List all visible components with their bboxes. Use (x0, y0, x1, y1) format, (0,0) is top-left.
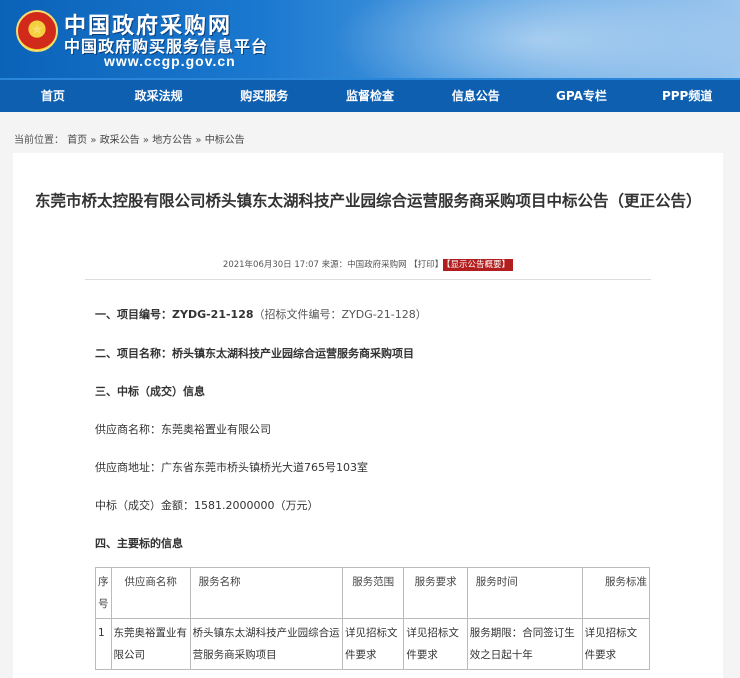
breadcrumb: 当前位置： 首页 » 政采公告 » 地方公告 » 中标公告 (14, 131, 245, 146)
section-award-info: 三、中标（成交）信息 (95, 385, 205, 398)
article-meta: 2021年06月30日 17:07 来源：中国政府采购网 【打印】 【显示公告概要… (13, 258, 723, 271)
nav-supervision[interactable]: 监督检查 (317, 80, 423, 112)
tender-file-number: （招标文件编号：ZYDG-21-128） (253, 308, 427, 321)
nav-ppp[interactable]: PPP频道 (634, 80, 740, 112)
main-nav: 首页 政采法规 购买服务 监督检查 信息公告 GPA专栏 PPP频道 (0, 78, 740, 112)
header-cell: 服务名称 (189, 567, 343, 619)
site-url: www.ccgp.gov.cn (104, 53, 236, 69)
supplier-name: 供应商名称：东莞奥裕置业有限公司 (95, 423, 271, 436)
breadcrumb-sep: » (90, 135, 97, 146)
divider (85, 279, 651, 280)
banner-glow (330, 0, 740, 78)
breadcrumb-award[interactable]: 中标公告 (205, 135, 245, 146)
table-cell: 桥头镇东太湖科技产业园综合运营服务商采购项目 (189, 618, 343, 670)
table-cell: 1 (95, 618, 112, 670)
breadcrumb-sep: » (142, 135, 149, 146)
table-cell: 详见招标文件要求 (581, 618, 651, 670)
project-number-label: 一、项目编号： (95, 308, 172, 321)
section-project-name: 二、项目名称：桥头镇东太湖科技产业园综合运营服务商采购项目 (95, 345, 414, 361)
article-card: 东莞市桥太控股有限公司桥头镇东太湖科技产业园综合运营服务商采购项目中标公告（更正… (13, 153, 723, 678)
nav-services[interactable]: 购买服务 (211, 80, 317, 112)
table-cell: 服务期限：合同签订生效之日起十年 (466, 618, 583, 670)
breadcrumb-sep: » (195, 135, 202, 146)
article-title: 东莞市桥太控股有限公司桥头镇东太湖科技产业园综合运营服务商采购项目中标公告（更正… (35, 192, 702, 210)
section-project-number: 一、项目编号：ZYDG-21-128（招标文件编号：ZYDG-21-128） (95, 306, 427, 322)
table-cell: 详见招标文件要求 (403, 618, 468, 670)
breadcrumb-gov-procurement[interactable]: 政采公告 (100, 135, 140, 146)
supplier-address: 供应商地址：广东省东莞市桥头镇桥光大道765号103室 (95, 461, 368, 474)
header-cell: 服务标准 (581, 567, 651, 619)
project-name-label: 二、项目名称： (95, 347, 172, 360)
nav-home[interactable]: 首页 (0, 80, 106, 112)
section-main-items: 四、主要标的信息 (95, 537, 183, 550)
nav-gpa[interactable]: GPA专栏 (529, 80, 635, 112)
project-number-value: ZYDG-21-128 (172, 308, 254, 321)
header-cell: 服务要求 (403, 567, 468, 619)
site-banner: ★ 中国政府采购网 中国政府购买服务信息平台 www.ccgp.gov.cn (0, 0, 740, 78)
items-table: 序号 供应商名称 服务名称 服务范围 服务要求 服务时间 服务标准 1 东莞奥裕… (95, 567, 651, 670)
show-summary-button[interactable]: 【显示公告概要】 (443, 259, 514, 271)
breadcrumb-home[interactable]: 首页 (67, 135, 87, 146)
project-name-value: 桥头镇东太湖科技产业园综合运营服务商采购项目 (172, 347, 414, 360)
table-cell: 详见招标文件要求 (341, 618, 405, 670)
header-cell: 供应商名称 (110, 567, 191, 619)
table-row: 1 东莞奥裕置业有限公司 桥头镇东太湖科技产业园综合运营服务商采购项目 详见招标… (95, 618, 651, 670)
national-emblem-icon: ★ (16, 10, 58, 52)
breadcrumb-local[interactable]: 地方公告 (152, 135, 192, 146)
header-cell: 序号 (95, 567, 112, 619)
award-amount: 中标（成交）金额：1581.2000000（万元） (95, 499, 319, 512)
table-cell: 东莞奥裕置业有限公司 (110, 618, 191, 670)
nav-regulations[interactable]: 政采法规 (106, 80, 212, 112)
header-cell: 服务时间 (466, 567, 583, 619)
breadcrumb-prefix: 当前位置： (14, 135, 64, 146)
table-header-row: 序号 供应商名称 服务名称 服务范围 服务要求 服务时间 服务标准 (95, 567, 651, 619)
nav-announcements[interactable]: 信息公告 (423, 80, 529, 112)
header-cell: 服务范围 (341, 567, 405, 619)
meta-text: 2021年06月30日 17:07 来源：中国政府采购网 【打印】 (222, 260, 444, 270)
